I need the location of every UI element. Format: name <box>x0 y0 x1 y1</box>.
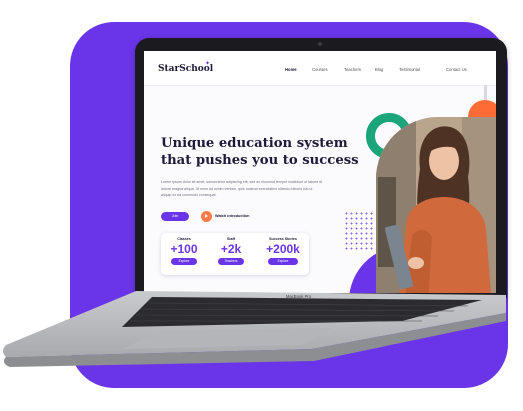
stat-staff: Staff +2k Teachers <box>214 237 248 265</box>
stats-card: Classes +100 Explore Staff +2k Teachers … <box>161 233 309 275</box>
join-button[interactable]: Join <box>161 212 189 221</box>
stat-label: Staff <box>227 237 235 241</box>
stat-value: +200k <box>266 242 300 256</box>
nav-courses[interactable]: Courses <box>312 67 328 72</box>
stat-value: +2k <box>220 242 242 256</box>
nav-teachers[interactable]: Teachers <box>344 67 361 72</box>
stat-label: Classes <box>177 237 191 241</box>
teachers-button[interactable]: Teachers <box>218 258 244 265</box>
laptop-base <box>3 291 506 367</box>
stat-value: +100 <box>170 242 198 256</box>
laptop-lid: StarSchool ✦ Home Courses Teachers Blog … <box>135 38 507 300</box>
nav-home[interactable]: Home <box>285 67 297 72</box>
hero-paragraph: Lorem ipsum dolor sit amet, consectetur … <box>161 180 323 198</box>
stat-label: Success Stories <box>269 237 297 241</box>
nav-contact[interactable]: Contact Us <box>446 67 467 72</box>
website-screen: StarSchool ✦ Home Courses Teachers Blog … <box>144 51 496 293</box>
watch-intro-link[interactable]: Watch introduction <box>215 214 249 218</box>
hero-headline: Unique education system that pushes you … <box>161 136 359 168</box>
device-label: MacBook Pro <box>286 294 312 299</box>
site-navbar: StarSchool ✦ Home Courses Teachers Blog … <box>144 51 496 86</box>
stat-success: Success Stories +200k Explore <box>261 237 305 265</box>
star-icon: ✦ <box>205 61 211 67</box>
camera-icon <box>318 42 322 46</box>
explore-stories-button[interactable]: Explore <box>268 258 298 265</box>
student-photo <box>376 117 496 293</box>
dot-grid-decoration <box>344 211 374 251</box>
explore-classes-button[interactable]: Explore <box>171 258 197 265</box>
nav-testimonial[interactable]: Testimonial <box>399 67 420 72</box>
play-icon[interactable] <box>201 211 212 222</box>
stat-classes: Classes +100 Explore <box>167 237 201 265</box>
nav-blog[interactable]: Blog <box>375 67 383 72</box>
